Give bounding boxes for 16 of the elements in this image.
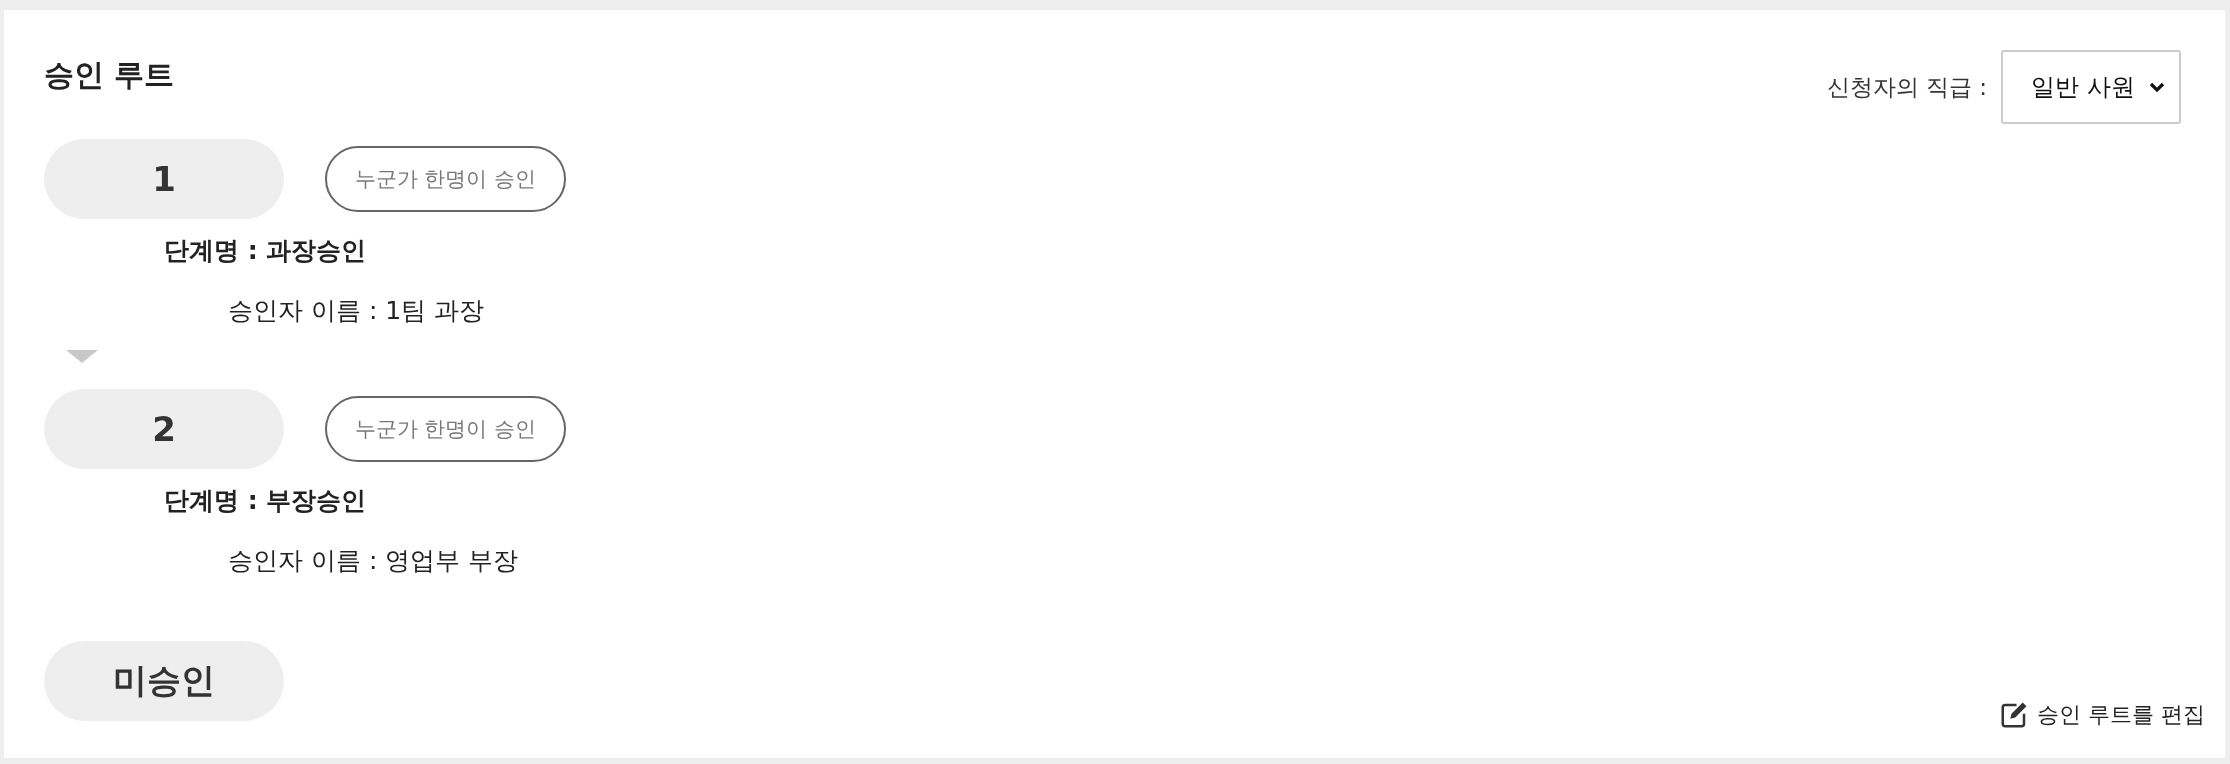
step-number-badge: 1 [44,139,284,219]
stage-name: 단계명 : 과장승인 [164,235,368,267]
step-number-badge: 2 [44,389,284,469]
down-triangle-icon [66,350,98,363]
approval-mode-button[interactable]: 누군가 한명이 승인 [325,146,566,212]
section-title: 승인 루트 [44,56,175,94]
status-badge: 미승인 [44,641,284,721]
approver-name: 승인자 이름 : 1팀 과장 [228,295,486,327]
approver-name: 승인자 이름 : 영업부 부장 [228,545,520,577]
rank-select[interactable]: 일반 사원 [2001,50,2181,124]
stage-name: 단계명 : 부장승인 [164,485,368,517]
chevron-down-icon [2149,82,2165,92]
rank-label: 신청자의 직급 : [1826,72,1987,102]
edit-route-link[interactable]: 승인 루트를 편집 [1999,700,2205,730]
edit-icon [1999,700,2029,730]
approval-mode-button[interactable]: 누군가 한명이 승인 [325,396,566,462]
